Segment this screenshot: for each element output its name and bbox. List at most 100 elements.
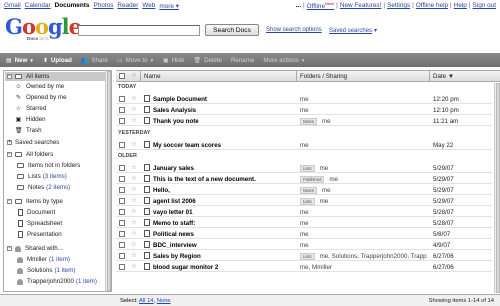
row-checkbox[interactable] xyxy=(119,264,125,270)
star-icon[interactable]: ☆ xyxy=(131,219,137,226)
table-row[interactable]: ☆ Sales Analysis me 12:10 pm xyxy=(116,105,492,115)
row-checkbox[interactable] xyxy=(119,96,125,102)
table-row[interactable]: ☆ January sales Lists me 5/29/07 xyxy=(116,163,492,173)
collapse-icon[interactable]: − xyxy=(7,199,12,204)
sign-out-link[interactable]: Sign out xyxy=(473,2,496,9)
row-checkbox[interactable] xyxy=(119,107,125,113)
scrollbar-thumb[interactable] xyxy=(496,83,500,293)
document-name[interactable]: vayo letter 01 xyxy=(153,209,193,216)
offline-link[interactable]: OfflineNew! xyxy=(307,1,334,10)
nav-calendar[interactable]: Calendar xyxy=(25,2,51,9)
star-icon[interactable]: ☆ xyxy=(131,230,137,237)
document-name[interactable]: agent list 2006 xyxy=(153,198,196,205)
table-row[interactable]: ☆ Sales by Region Lists me, Solutions, Trap… xyxy=(116,251,492,261)
nav-gmail[interactable]: Gmail xyxy=(4,2,21,9)
column-date[interactable]: Date ▼ xyxy=(433,73,454,80)
star-icon[interactable]: ☆ xyxy=(131,95,137,102)
sidebar-item-shared-solutions[interactable]: Solutions (1 item) xyxy=(17,267,75,274)
star-icon[interactable]: ☆ xyxy=(131,197,137,204)
more-actions-button[interactable]: More actions ▼ xyxy=(263,57,305,64)
row-checkbox[interactable] xyxy=(119,253,125,259)
settings-link[interactable]: Settings xyxy=(387,2,410,9)
scrollbar-thumb[interactable] xyxy=(107,71,111,291)
sidebar-item-lists[interactable]: Lists (3 items) xyxy=(17,173,67,180)
table-row[interactable]: ☆ blood sugar monitor 2 me, Mmiller 6/27/06 xyxy=(116,262,492,272)
star-icon[interactable]: ☆ xyxy=(131,241,137,248)
sidebar-item-saved-searches[interactable]: + Saved searches xyxy=(7,139,59,146)
document-name[interactable]: BDC_interview xyxy=(153,242,197,249)
select-all-checkbox[interactable] xyxy=(119,73,125,79)
table-row[interactable]: ☆ Memo to staff: me 5/28/07 xyxy=(116,218,492,228)
select-all-link[interactable]: All 14 xyxy=(139,298,154,304)
star-icon[interactable]: ☆ xyxy=(131,164,137,171)
row-checkbox[interactable] xyxy=(119,209,125,215)
delete-button[interactable]: 🗑 Delete xyxy=(193,57,222,64)
folder-tag[interactable]: Lists xyxy=(300,252,315,260)
row-checkbox[interactable] xyxy=(119,176,125,182)
sidebar-item-all-items[interactable]: − All items xyxy=(5,72,105,81)
document-name[interactable]: This is the text of a new document. xyxy=(153,176,256,183)
document-name[interactable]: Thank you note xyxy=(153,118,199,125)
show-search-options-link[interactable]: Show search options xyxy=(266,27,322,33)
sidebar-item-shared-mmiller[interactable]: Mmiller (1 item) xyxy=(17,256,70,263)
folder-tag[interactable]: Notes xyxy=(300,186,317,194)
document-name[interactable]: January sales xyxy=(153,165,194,172)
document-name[interactable]: Political news xyxy=(153,231,194,238)
nav-documents[interactable]: Documents xyxy=(55,2,90,9)
folder-tag[interactable]: Published xyxy=(300,175,325,183)
document-name[interactable]: My soccer team scores xyxy=(153,142,221,149)
sidebar-item-items-by-type[interactable]: − Items by type xyxy=(7,198,63,205)
star-icon[interactable]: ☆ xyxy=(131,175,137,182)
expand-icon[interactable]: + xyxy=(7,140,12,145)
sidebar-item-opened-by-me[interactable]: ✎ Opened by me xyxy=(15,94,67,101)
sidebar-item-starred[interactable]: ☆ Starred xyxy=(15,105,47,112)
row-checkbox[interactable] xyxy=(119,198,125,204)
table-row[interactable]: ☆ Sample Document me 12:20 pm xyxy=(116,94,492,104)
help-link[interactable]: Help xyxy=(454,2,467,9)
column-name[interactable]: Name xyxy=(144,73,161,80)
row-checkbox[interactable] xyxy=(119,242,125,248)
row-checkbox[interactable] xyxy=(119,142,125,148)
collapse-icon[interactable]: − xyxy=(7,152,12,157)
document-name[interactable]: Memo to staff: xyxy=(153,220,195,227)
sidebar-item-notes[interactable]: Notes (2 items) xyxy=(17,184,70,191)
sidebar-scrollbar[interactable] xyxy=(105,71,111,291)
move-to-button[interactable]: ▭ Move to ▼ xyxy=(117,57,154,64)
sidebar-item-shared-trapperjohn[interactable]: Trapperjohn2000 (1 item) xyxy=(17,278,97,285)
folder-tag[interactable]: Notes xyxy=(300,117,317,125)
column-folders-sharing[interactable]: Folders / Sharing xyxy=(300,73,347,80)
star-icon[interactable]: ☆ xyxy=(131,252,137,259)
table-row[interactable]: ☆ This is the text of a new document. Publ… xyxy=(116,174,492,184)
sidebar-item-shared-with[interactable]: − Shared with... xyxy=(7,245,63,252)
row-checkbox[interactable] xyxy=(119,231,125,237)
sidebar-item-spreadsheet[interactable]: Spreadsheet xyxy=(17,220,62,227)
new-button[interactable]: ▤ New ▼ xyxy=(6,57,34,64)
row-checkbox[interactable] xyxy=(119,118,125,124)
row-checkbox[interactable] xyxy=(119,220,125,226)
row-checkbox[interactable] xyxy=(119,187,125,193)
table-row[interactable]: ☆ Thank you note Notes me 11:21 am xyxy=(116,116,492,126)
star-icon[interactable]: ☆ xyxy=(131,263,137,270)
collapse-icon[interactable]: − xyxy=(7,74,12,79)
list-scrollbar[interactable] xyxy=(494,83,500,293)
upload-button[interactable]: ⬆ Upload xyxy=(43,57,72,64)
offline-help-link[interactable]: Offline help xyxy=(416,2,448,9)
document-name[interactable]: Sample Document xyxy=(153,96,207,103)
table-row[interactable]: ☆ My soccer team scores me May 22 xyxy=(116,140,492,150)
hide-button[interactable]: ▣ Hide xyxy=(163,57,184,64)
document-name[interactable]: Sales Analysis xyxy=(153,107,196,114)
folder-tag[interactable]: Lists xyxy=(300,197,315,205)
sidebar-item-trash[interactable]: 🗑 Trash xyxy=(15,127,42,134)
document-name[interactable]: blood sugar monitor 2 xyxy=(153,264,218,271)
search-input[interactable] xyxy=(78,25,200,36)
table-row[interactable]: ☆ vayo letter 01 me 5/28/07 xyxy=(116,207,492,217)
star-icon[interactable]: ☆ xyxy=(131,117,137,124)
sidebar-item-not-in-folders[interactable]: Items not in folders xyxy=(17,162,80,169)
nav-photos[interactable]: Photos xyxy=(93,2,113,9)
rename-button[interactable]: Rename xyxy=(231,57,254,64)
folder-tag[interactable]: Lists xyxy=(300,164,315,172)
search-docs-button[interactable]: Search Docs xyxy=(205,24,259,36)
nav-web[interactable]: Web xyxy=(142,2,155,9)
star-icon[interactable]: ☆ xyxy=(131,106,137,113)
nav-more[interactable]: more ▾ xyxy=(159,2,179,10)
